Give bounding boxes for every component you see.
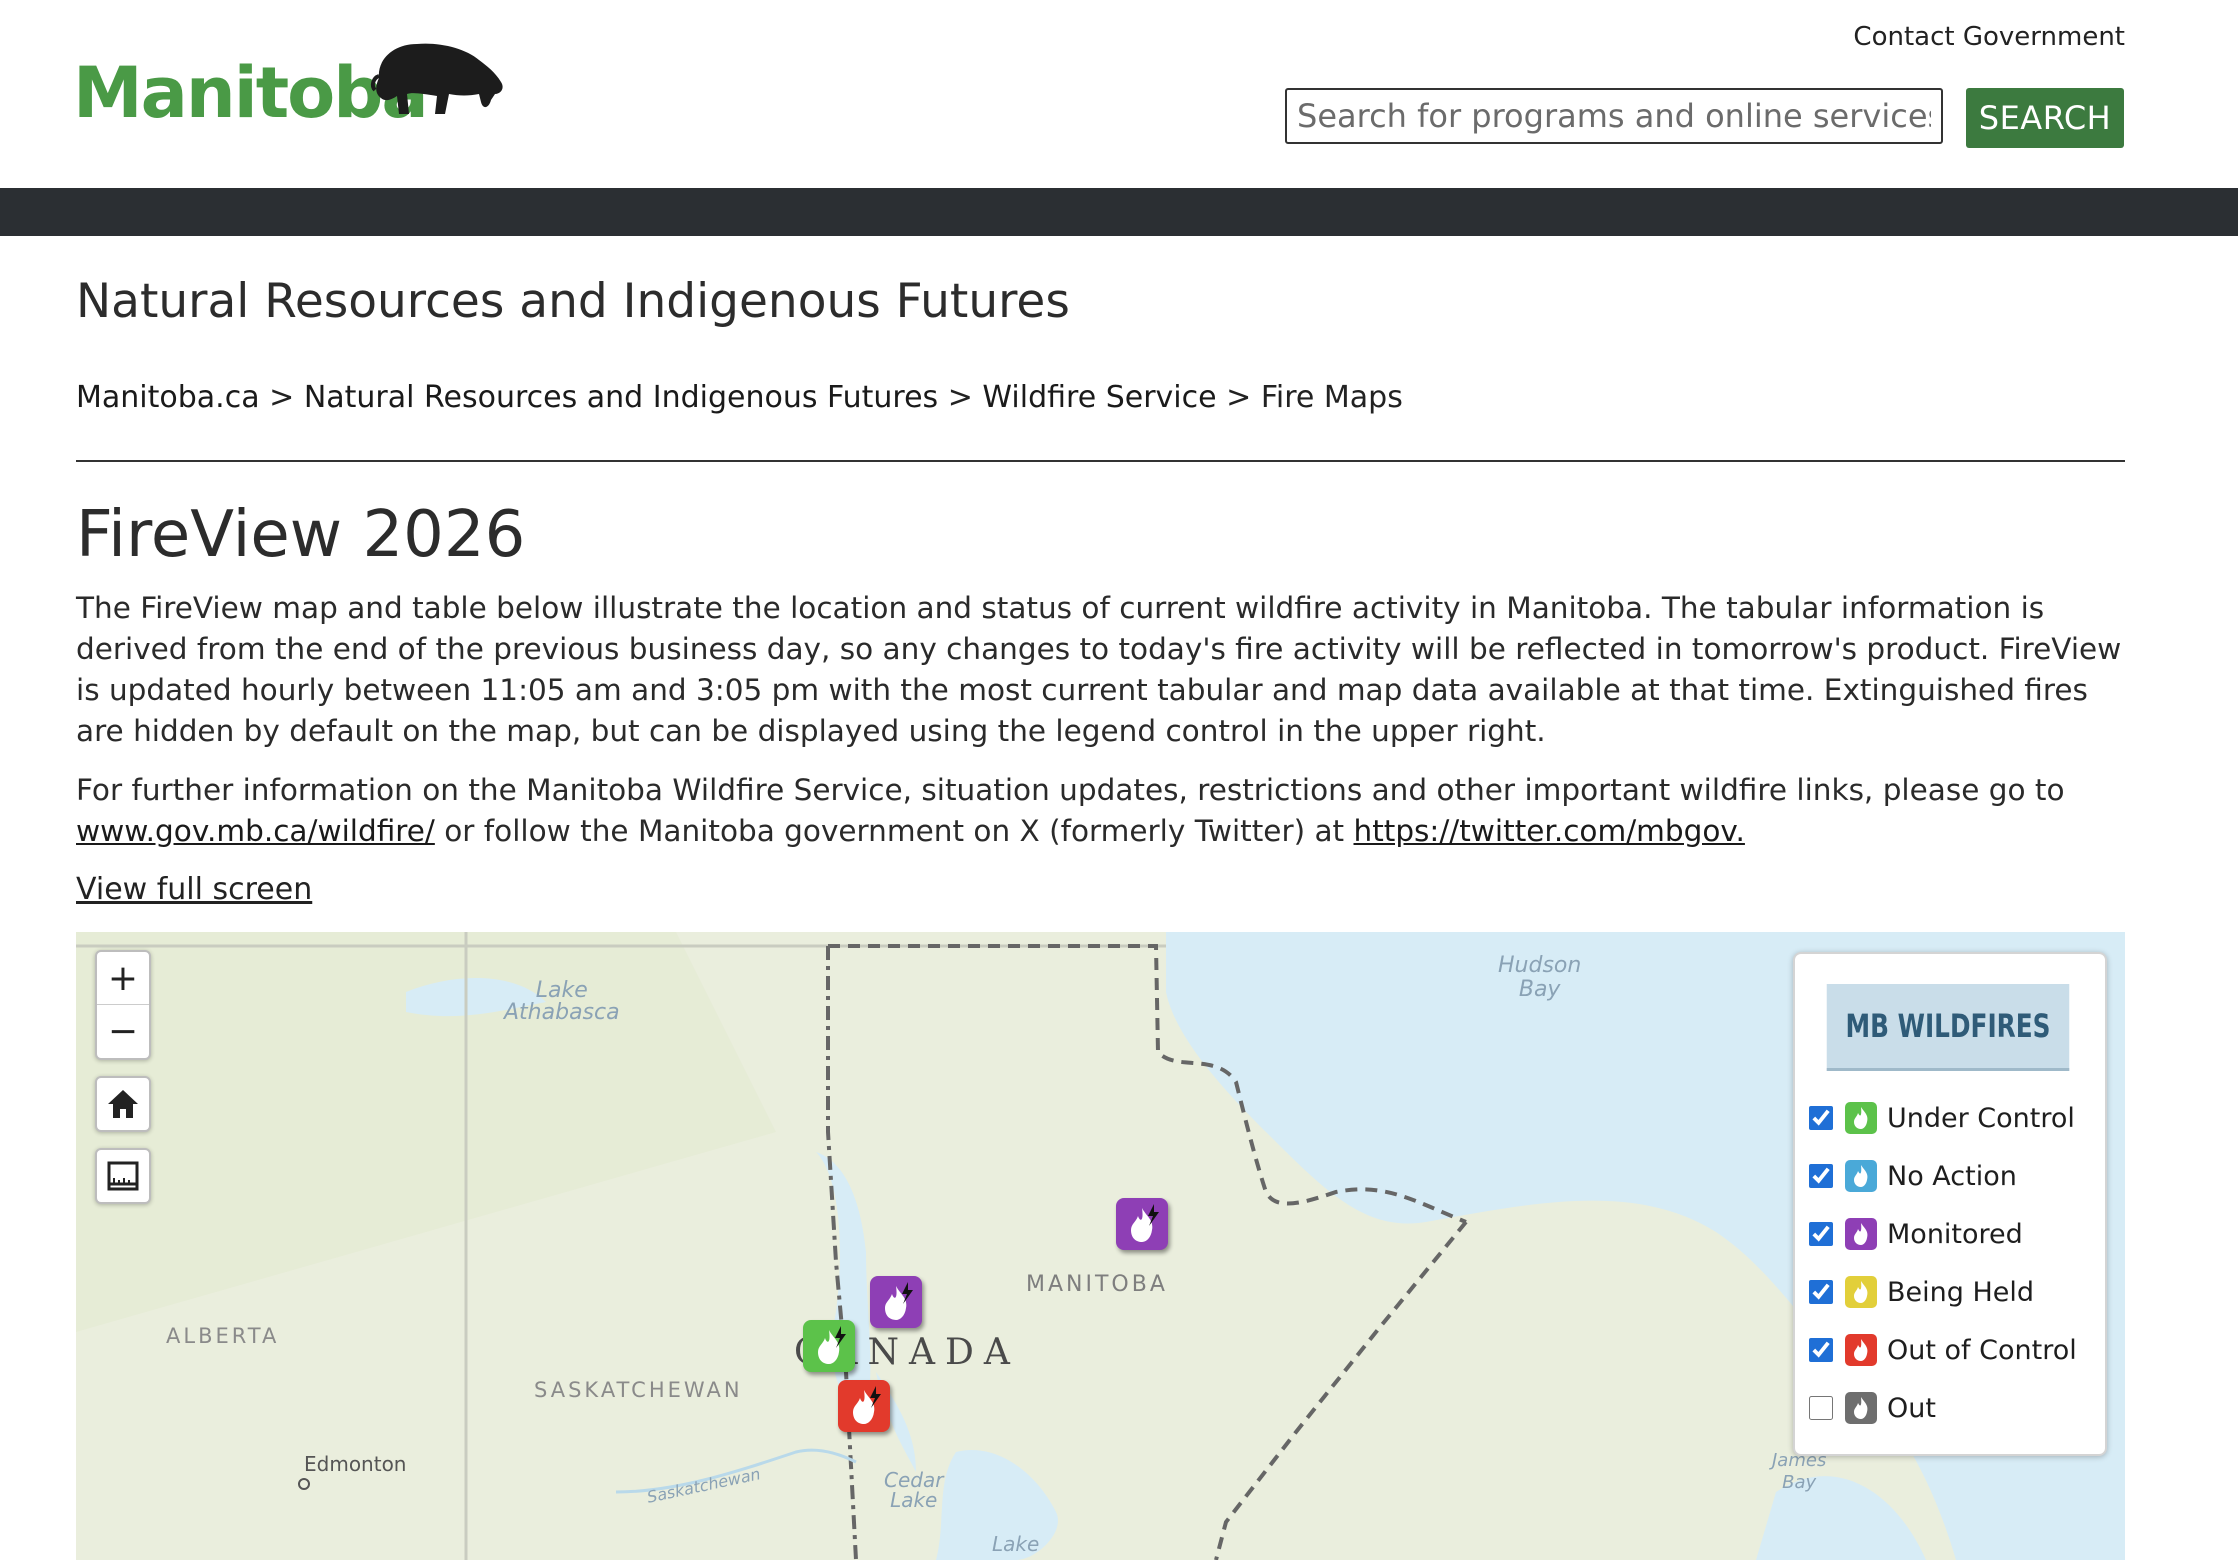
hudson-bay-label-line: Hudson xyxy=(1498,953,1582,978)
fire-icon xyxy=(1845,1102,1877,1134)
legend-item-monitored[interactable]: Monitored xyxy=(1809,1212,2023,1256)
ruler-icon xyxy=(107,1161,139,1191)
breadcrumb-department[interactable]: Natural Resources and Indigenous Futures xyxy=(304,380,938,415)
view-full-screen-link[interactable]: View full screen xyxy=(76,872,312,907)
lake-label: Lake xyxy=(992,1532,1040,1556)
legend-item-label: Under Control xyxy=(1887,1102,2075,1134)
edmonton-label: Edmonton xyxy=(304,1452,407,1476)
legend-item-label: No Action xyxy=(1887,1160,2017,1192)
fire-icon xyxy=(853,1386,881,1424)
intro-paragraph: The FireView map and table below illustr… xyxy=(76,591,2122,748)
breadcrumb-separator: > xyxy=(1226,380,1252,415)
cedar-lake-label-line: Lake xyxy=(890,1488,938,1512)
breadcrumb: Manitoba.ca > Natural Resources and Indi… xyxy=(76,380,1403,415)
breadcrumb-separator: > xyxy=(947,380,973,415)
hudson-bay-label-line: Bay xyxy=(1518,977,1561,1002)
legend-item-out-of-control[interactable]: Out of Control xyxy=(1809,1328,2077,1372)
fire-icon xyxy=(1845,1160,1877,1192)
contact-government-link[interactable]: Contact Government xyxy=(1853,22,2125,52)
lake-athabasca-label-line: Athabasca xyxy=(504,1000,620,1025)
legend-checkbox[interactable] xyxy=(1809,1222,1833,1246)
fire-marker-monitored[interactable] xyxy=(870,1276,922,1328)
info-text-middle: or follow the Manitoba government on X (… xyxy=(444,814,1345,848)
search-input[interactable] xyxy=(1285,88,1943,144)
fire-marker-out-of-control[interactable] xyxy=(838,1380,890,1432)
fire-icon xyxy=(1845,1276,1877,1308)
legend-checkbox[interactable] xyxy=(1809,1280,1833,1304)
twitter-link[interactable]: https://twitter.com/mbgov. xyxy=(1354,814,1745,848)
info-paragraph: For further information on the Manitoba … xyxy=(76,770,2125,852)
fire-icon xyxy=(818,1326,846,1364)
cedar-lake-label-line: Cedar xyxy=(884,1468,944,1492)
fire-icon xyxy=(1131,1204,1159,1242)
home-button[interactable] xyxy=(95,1076,151,1132)
zoom-out-button[interactable]: − xyxy=(97,1005,149,1057)
hudson-bay-label: Hudson Bay xyxy=(1498,954,1581,1002)
legend-item-label: Monitored xyxy=(1887,1218,2023,1250)
legend-checkbox[interactable] xyxy=(1809,1338,1833,1362)
james-bay-label: James Bay xyxy=(1772,1450,1826,1494)
divider xyxy=(76,460,2125,462)
wildfire-link[interactable]: www.gov.mb.ca/wildfire/ xyxy=(76,814,435,848)
bison-icon xyxy=(370,43,503,114)
site-header: Manitoba Contact Government SEARCH xyxy=(0,0,2238,188)
james-bay-label-line: Bay xyxy=(1782,1472,1817,1493)
home-icon xyxy=(108,1090,138,1118)
legend-title: MB WILDFIRES xyxy=(1826,984,2070,1071)
legend-checkbox[interactable] xyxy=(1809,1106,1833,1130)
breadcrumb-separator: > xyxy=(269,380,295,415)
legend-item-label: Out xyxy=(1887,1392,1936,1424)
measure-button[interactable] xyxy=(95,1148,151,1204)
legend-item-no-action[interactable]: No Action xyxy=(1809,1154,2017,1198)
zoom-in-button[interactable]: + xyxy=(97,952,149,1005)
legend-item-under-control[interactable]: Under Control xyxy=(1809,1096,2075,1140)
search-button[interactable]: SEARCH xyxy=(1966,88,2124,148)
alberta-label: ALBERTA xyxy=(166,1324,280,1348)
fire-icon xyxy=(885,1282,913,1320)
legend-item-out[interactable]: Out xyxy=(1809,1386,1936,1430)
fire-icon xyxy=(1845,1218,1877,1250)
navigation-bar xyxy=(0,188,2238,236)
lake-athabasca-label-line: Lake xyxy=(535,978,588,1003)
saskatchewan-label: SASKATCHEWAN xyxy=(534,1378,743,1402)
map-legend: MB WILDFIRES Under Control No Action Monit… xyxy=(1793,952,2107,1456)
fire-marker-under-control[interactable] xyxy=(803,1320,855,1372)
legend-item-label: Being Held xyxy=(1887,1276,2035,1308)
breadcrumb-fire-maps: Fire Maps xyxy=(1260,380,1403,415)
fire-marker-monitored[interactable] xyxy=(1116,1198,1168,1250)
department-title: Natural Resources and Indigenous Futures xyxy=(76,274,1070,329)
fire-icon xyxy=(1845,1392,1877,1424)
zoom-controls: + − xyxy=(95,950,151,1060)
manitoba-label: MANITOBA xyxy=(1026,1272,1168,1297)
legend-item-being-held[interactable]: Being Held xyxy=(1809,1270,2034,1314)
manitoba-logo[interactable]: Manitoba xyxy=(73,38,513,134)
info-text-before: For further information on the Manitoba … xyxy=(76,773,2065,807)
fire-icon xyxy=(1845,1334,1877,1366)
cedar-lake-label: Cedar Lake xyxy=(884,1470,943,1510)
fire-map[interactable]: Hudson Bay Lake Athabasca MANITOBA CANAD… xyxy=(76,932,2125,1560)
legend-checkbox[interactable] xyxy=(1809,1396,1833,1420)
lake-athabasca-label: Lake Athabasca xyxy=(504,980,620,1024)
breadcrumb-wildfire-service[interactable]: Wildfire Service xyxy=(982,380,1216,415)
legend-checkbox[interactable] xyxy=(1809,1164,1833,1188)
breadcrumb-manitoba[interactable]: Manitoba.ca xyxy=(76,380,260,415)
legend-item-label: Out of Control xyxy=(1887,1334,2077,1366)
page-title: FireView 2026 xyxy=(76,498,526,572)
